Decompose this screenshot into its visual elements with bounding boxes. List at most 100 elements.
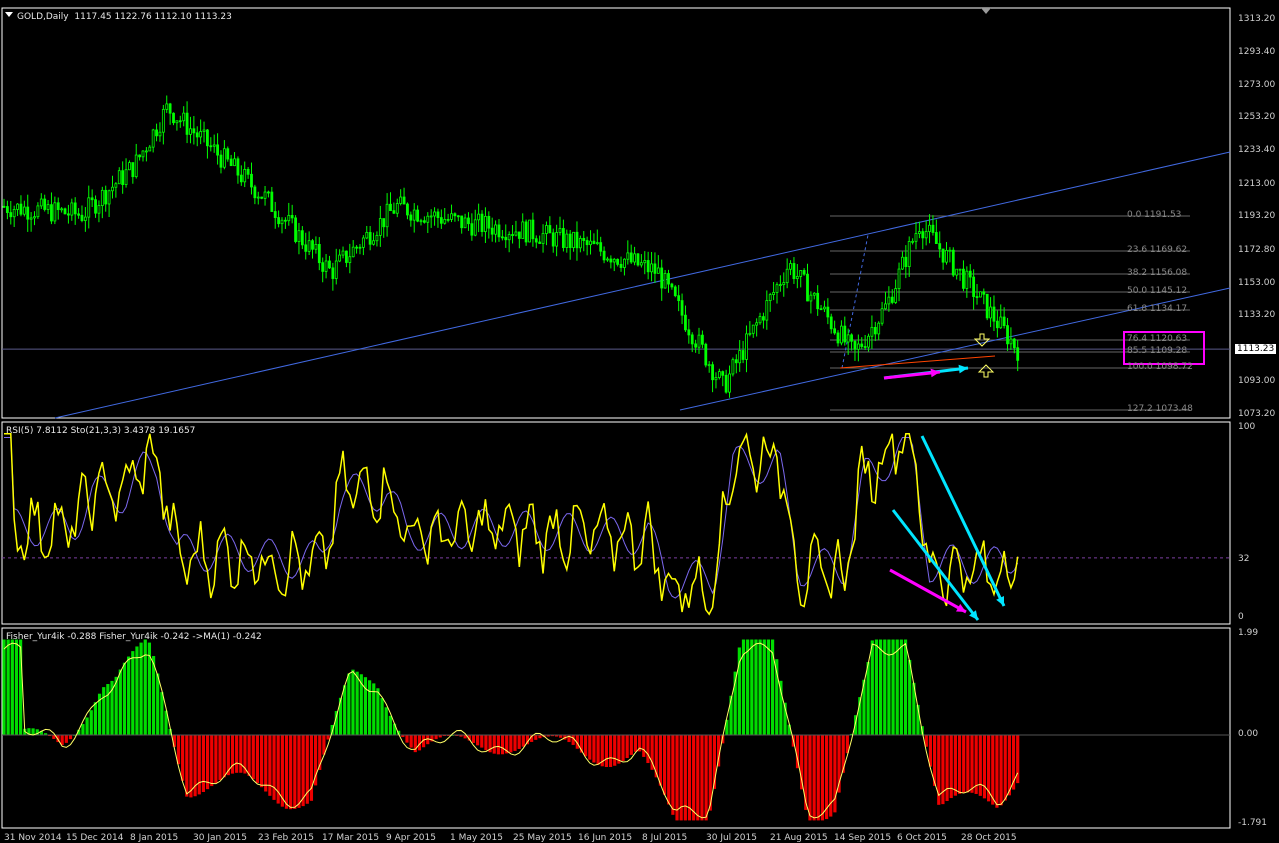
candle-body bbox=[138, 154, 142, 158]
candle-body bbox=[490, 227, 494, 235]
candle-body bbox=[551, 232, 555, 247]
candle-body bbox=[317, 244, 321, 264]
candle-body bbox=[690, 334, 694, 345]
fisher-bar bbox=[405, 735, 409, 743]
fisher-bar bbox=[68, 735, 73, 740]
fisher-bar bbox=[363, 677, 368, 735]
candle-body bbox=[578, 237, 582, 249]
date-label: 21 Aug 2015 bbox=[770, 833, 828, 843]
candle-body bbox=[280, 219, 284, 225]
candle-body bbox=[114, 183, 118, 188]
candle-body bbox=[270, 191, 274, 212]
fib-level-label: 61.8 1134.17 bbox=[1127, 304, 1188, 314]
fisher-bar bbox=[1007, 735, 1011, 796]
fisher-bar bbox=[521, 735, 525, 747]
fisher-bar bbox=[259, 735, 264, 788]
date-label: 9 Apr 2015 bbox=[386, 833, 436, 843]
fisher-bar bbox=[289, 735, 293, 810]
candle-body bbox=[914, 233, 918, 242]
candle-body bbox=[161, 108, 165, 133]
fib-level-label: 100.0 1098.72 bbox=[1127, 362, 1193, 372]
fisher-bar bbox=[816, 735, 820, 821]
candle-body bbox=[701, 334, 704, 345]
candle-body bbox=[436, 211, 440, 218]
fisher-bar bbox=[102, 687, 106, 735]
candle-body bbox=[365, 232, 369, 239]
fisher-bar bbox=[667, 735, 671, 805]
candle-body bbox=[256, 196, 260, 199]
fisher-bar bbox=[887, 639, 891, 735]
candle-body bbox=[999, 316, 1003, 329]
candle-body bbox=[29, 217, 33, 220]
fisher-bar bbox=[247, 735, 251, 776]
candle-body bbox=[619, 263, 623, 268]
candle-body bbox=[545, 225, 548, 234]
fisher-bar bbox=[671, 735, 675, 815]
candle-body bbox=[541, 233, 545, 244]
fisher-bar bbox=[879, 639, 883, 735]
candle-body bbox=[758, 316, 762, 324]
candle-body bbox=[121, 170, 125, 185]
candle-body bbox=[877, 322, 881, 335]
candle-body bbox=[144, 150, 148, 153]
candle-body bbox=[155, 129, 158, 137]
shift-marker-icon[interactable] bbox=[981, 8, 991, 14]
candle-body bbox=[660, 267, 664, 289]
fisher-bar bbox=[629, 735, 633, 755]
candle-body bbox=[677, 295, 681, 302]
fisher-bar bbox=[476, 735, 480, 746]
fisher-bar bbox=[754, 639, 758, 735]
candle-body bbox=[843, 325, 847, 343]
candle-body bbox=[46, 204, 50, 210]
candle-body bbox=[443, 218, 447, 224]
candle-body bbox=[704, 343, 708, 366]
fisher-bar bbox=[293, 735, 297, 809]
candle-body bbox=[568, 233, 572, 248]
candle-body bbox=[989, 306, 992, 319]
fisher-bar bbox=[908, 659, 912, 735]
price-axis-label: 1273.00 bbox=[1238, 80, 1276, 90]
candle-body bbox=[962, 268, 965, 289]
fisher-bar bbox=[820, 735, 825, 821]
fisher-bar bbox=[633, 735, 638, 752]
fisher-axis-label: 1.99 bbox=[1238, 628, 1259, 638]
candle-body bbox=[650, 263, 653, 273]
fisher-bar bbox=[31, 728, 35, 735]
candle-body bbox=[151, 129, 155, 148]
date-label: 16 Jun 2015 bbox=[578, 833, 633, 843]
candle-body bbox=[283, 219, 287, 222]
fisher-bar bbox=[604, 735, 609, 768]
fib-level-label: 23.6 1169.62 bbox=[1127, 245, 1188, 255]
candle-body bbox=[104, 189, 108, 205]
candle-body bbox=[73, 202, 77, 215]
fisher-bar bbox=[376, 688, 380, 735]
fisher-bar bbox=[380, 698, 384, 735]
candle-body bbox=[80, 214, 84, 221]
candle-body bbox=[2, 205, 6, 208]
candle-body bbox=[67, 213, 70, 216]
candle-body bbox=[111, 186, 114, 192]
candle-body bbox=[558, 228, 562, 233]
candle-body bbox=[534, 238, 538, 243]
candle-body bbox=[348, 256, 352, 263]
candle-body bbox=[585, 240, 589, 246]
fisher-bar bbox=[122, 662, 127, 735]
candle-body bbox=[358, 246, 362, 249]
candle-body bbox=[870, 326, 874, 337]
candle-body bbox=[636, 253, 640, 266]
candle-body bbox=[521, 221, 525, 239]
fisher-bar bbox=[970, 735, 974, 793]
candle-body bbox=[582, 237, 586, 241]
candle-body bbox=[782, 282, 786, 285]
fisher-signal-line bbox=[3, 642, 1019, 819]
chart-menu-icon[interactable] bbox=[5, 12, 13, 17]
candle-body bbox=[504, 236, 508, 241]
candle-body bbox=[382, 218, 386, 228]
candle-body bbox=[863, 346, 867, 348]
candle-body bbox=[243, 169, 247, 183]
fisher-bar bbox=[214, 735, 218, 783]
candle-body bbox=[22, 206, 26, 215]
fisher-bar bbox=[534, 735, 538, 740]
candle-body bbox=[77, 213, 80, 216]
candle-body bbox=[406, 203, 409, 216]
